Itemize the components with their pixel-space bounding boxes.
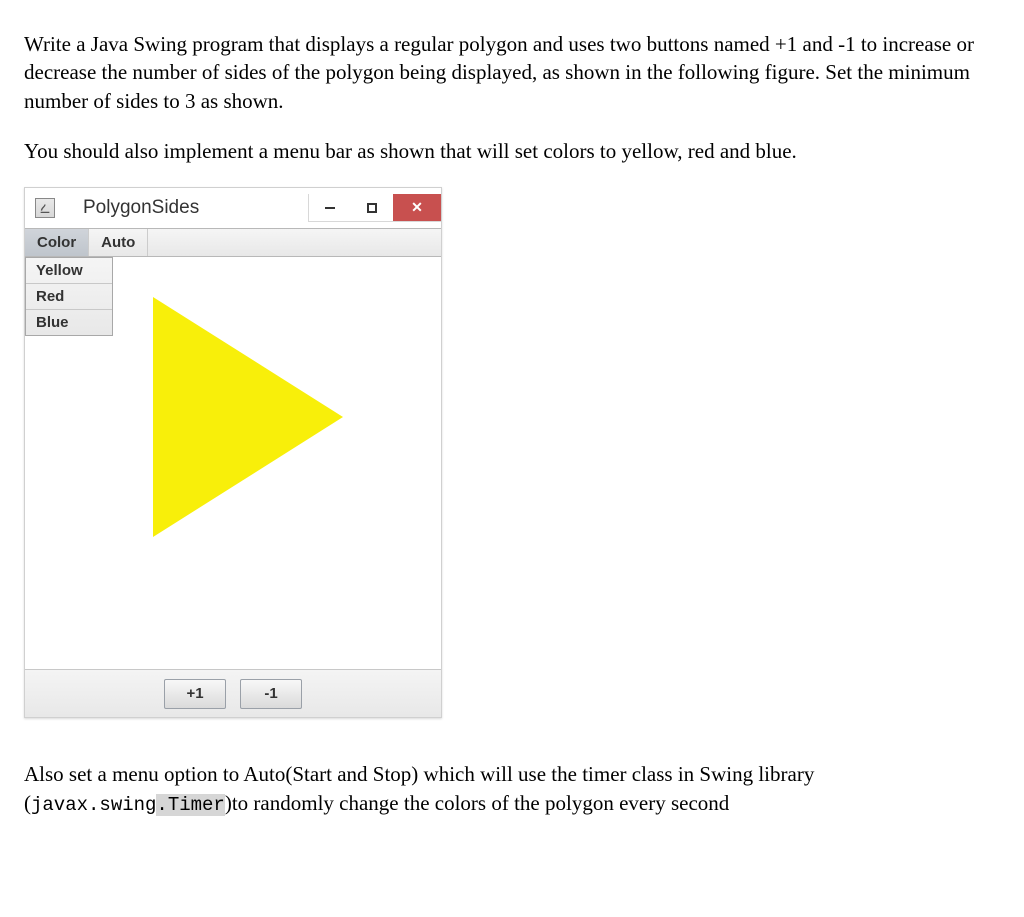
decrement-button[interactable]: -1 xyxy=(240,679,302,709)
p3-text-b: )to randomly change the colors of the po… xyxy=(225,791,729,815)
close-icon: ✕ xyxy=(411,199,423,216)
maximize-button[interactable] xyxy=(351,194,393,221)
increment-button[interactable]: +1 xyxy=(164,679,226,709)
instruction-paragraph-1: Write a Java Swing program that displays… xyxy=(24,30,1000,115)
bottom-panel: +1 -1 xyxy=(25,669,441,717)
polygon-shape xyxy=(153,297,343,537)
dropdown-item-blue[interactable]: Blue xyxy=(26,309,112,335)
polygon-canvas xyxy=(133,287,353,553)
content-area: Yellow Red Blue xyxy=(25,257,441,669)
minimize-button[interactable] xyxy=(309,194,351,221)
dropdown-item-yellow[interactable]: Yellow xyxy=(26,258,112,283)
instruction-paragraph-2: You should also implement a menu bar as … xyxy=(24,137,1000,165)
color-dropdown: Yellow Red Blue xyxy=(25,257,113,336)
dropdown-item-red[interactable]: Red xyxy=(26,283,112,309)
window-title: PolygonSides xyxy=(83,197,199,219)
window-controls: ✕ xyxy=(308,194,441,222)
menubar-item-color[interactable]: Color xyxy=(25,229,89,256)
menubar: Color Auto xyxy=(25,228,441,257)
menubar-item-auto[interactable]: Auto xyxy=(89,229,148,256)
instruction-paragraph-3: Also set a menu option to Auto(Start and… xyxy=(24,760,1000,818)
app-window: PolygonSides ✕ Color Auto Yellow Red Blu… xyxy=(24,187,442,718)
java-app-icon xyxy=(35,198,55,218)
titlebar: PolygonSides ✕ xyxy=(25,188,441,228)
close-button[interactable]: ✕ xyxy=(393,194,441,221)
code-snippet: javax.swing.Timer xyxy=(31,794,225,816)
